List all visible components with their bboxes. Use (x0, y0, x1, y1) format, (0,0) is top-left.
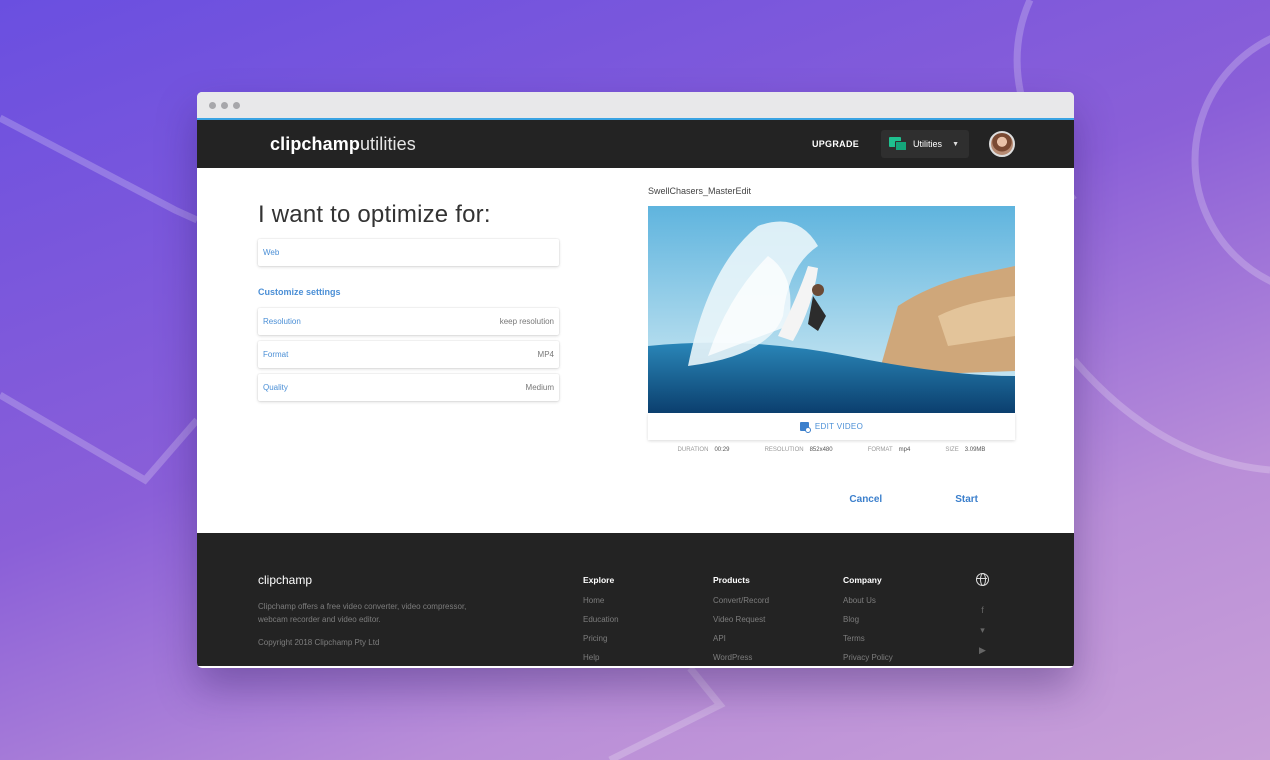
footer-link[interactable]: WordPress (713, 653, 769, 662)
edit-video-label: EDIT VIDEO (814, 422, 864, 431)
video-metadata: Duration 00:29 Resolution 852x480 Format mp… (648, 447, 1015, 453)
logo-secondary-text: utilities (359, 133, 416, 154)
edit-video-icon (799, 422, 811, 433)
upgrade-link[interactable]: UPGRADE (812, 139, 859, 149)
setting-label: Resolution (263, 317, 301, 326)
utilities-dropdown[interactable]: Utilities ▼ (881, 130, 969, 158)
meta-resolution: Resolution 852x480 (764, 447, 833, 453)
footer: clipchamp Clipchamp offers a free video … (197, 533, 1074, 666)
footer-copyright: Copyright 2018 Clipchamp Pty Ltd (258, 638, 380, 647)
video-preview-panel: SwellChasers_MasterEdit EDIT VIDEO DURAT… (648, 186, 1015, 453)
footer-column-products: Products Convert/Record Video Request AP… (713, 575, 769, 668)
footer-description: Clipchamp offers a free video converter,… (258, 602, 467, 624)
top-navbar: clipchamputilities UPGRADE Utilities ▼ (197, 120, 1074, 168)
window-dot-icon (209, 101, 216, 109)
footer-social: f ▾ ▶ (976, 573, 989, 656)
globe-icon[interactable] (976, 573, 989, 586)
window-dot-icon (233, 101, 240, 109)
setting-quality[interactable]: Quality Medium (258, 374, 559, 401)
page-title: I want to optimize for: (258, 201, 491, 228)
start-button[interactable]: Start (955, 494, 978, 505)
footer-link[interactable]: Blog (843, 615, 893, 624)
caret-down-icon: ▼ (952, 140, 959, 148)
twitter-icon[interactable]: ▾ (980, 625, 985, 636)
footer-column-explore: Explore Home Education Pricing Help (583, 575, 619, 668)
footer-column-title: Company (843, 575, 882, 585)
window-chrome (197, 92, 1074, 120)
setting-value: Medium (525, 383, 554, 392)
setting-resolution[interactable]: Resolution keep resolution (258, 308, 559, 335)
footer-link[interactable]: Convert/Record (713, 596, 769, 605)
browser-window: clipchamputilities UPGRADE Utilities ▼ I… (197, 92, 1074, 668)
logo-primary-text: clipchamp (270, 133, 360, 154)
footer-column-title: Explore (583, 575, 615, 585)
surf-image (648, 206, 1015, 413)
footer-link[interactable]: Privacy Policy (843, 653, 893, 662)
main-content: I want to optimize for: Web Customize se… (197, 168, 1074, 533)
meta-format: Format mp4 (867, 447, 911, 453)
facebook-icon[interactable]: f (981, 605, 984, 616)
footer-link[interactable]: Pricing (583, 634, 619, 643)
footer-link[interactable]: Terms (843, 634, 893, 643)
meta-size: Size 3.09MB (945, 447, 986, 453)
cancel-button[interactable]: Cancel (849, 494, 882, 505)
optimize-panel: I want to optimize for: Web Customize se… (258, 201, 559, 401)
footer-link[interactable]: Education (583, 615, 619, 624)
optimize-for-value: Web (263, 248, 280, 257)
meta-duration: Duration 00:29 (677, 447, 730, 453)
footer-link[interactable]: Video Request (713, 615, 769, 624)
footer-logo[interactable]: clipchamp (258, 573, 1074, 587)
footer-column-company: Company About Us Blog Terms Privacy Poli… (843, 575, 893, 668)
footer-link[interactable]: Home (583, 596, 619, 605)
footer-link[interactable]: Help (583, 653, 619, 662)
setting-value: keep resolution (499, 317, 554, 326)
footer-link[interactable]: About Us (843, 596, 893, 605)
youtube-icon[interactable]: ▶ (979, 645, 986, 656)
app-logo[interactable]: clipchamputilities (270, 134, 416, 155)
footer-column-title: Products (713, 575, 750, 585)
setting-format[interactable]: Format MP4 (258, 341, 559, 368)
window-dot-icon (221, 101, 228, 109)
edit-video-button[interactable]: EDIT VIDEO (648, 413, 1015, 440)
setting-value: MP4 (537, 350, 554, 359)
setting-label: Quality (263, 383, 288, 392)
utilities-label: Utilities (913, 139, 943, 149)
customize-settings-link[interactable]: Customize settings (258, 287, 559, 297)
optimize-for-select[interactable]: Web (258, 239, 559, 266)
setting-label: Format (263, 350, 289, 359)
video-thumbnail[interactable] (648, 206, 1015, 413)
footer-link[interactable]: API (713, 634, 769, 643)
action-buttons: Cancel Start (849, 494, 978, 505)
video-filename: SwellChasers_MasterEdit (648, 186, 752, 196)
user-avatar[interactable] (989, 131, 1015, 157)
utilities-icon (889, 137, 908, 151)
